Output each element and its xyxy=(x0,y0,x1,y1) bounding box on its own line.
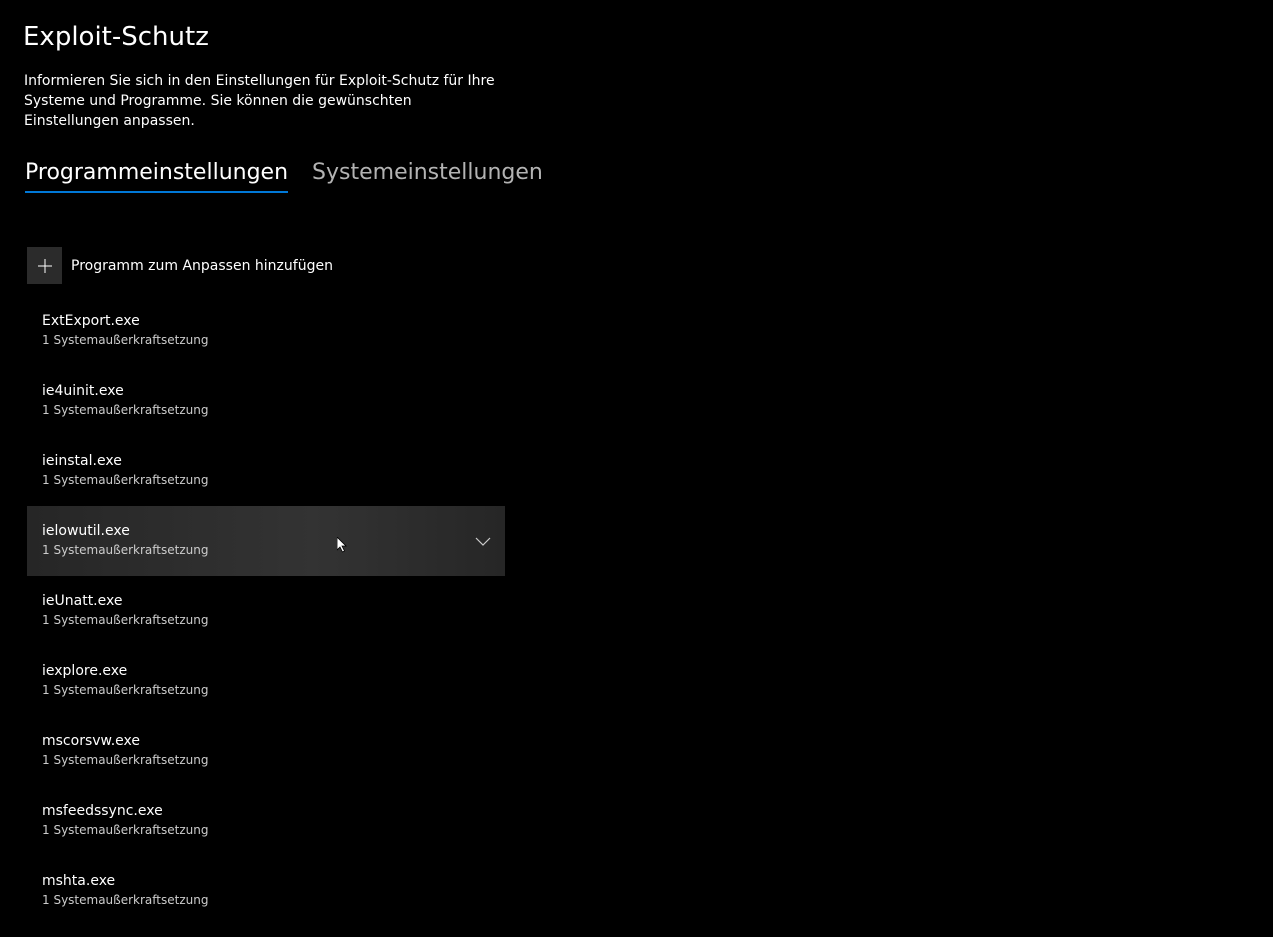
page-title: Exploit-Schutz xyxy=(23,22,209,52)
program-detail: 1 Systemaußerkraftsetzung xyxy=(42,613,209,627)
chevron-down-icon[interactable] xyxy=(475,533,491,549)
program-detail: 1 Systemaußerkraftsetzung xyxy=(42,753,209,767)
program-name: ieinstal.exe xyxy=(42,453,122,469)
program-detail: 1 Systemaußerkraftsetzung xyxy=(42,823,209,837)
settings-tabs: Programmeinstellungen Systemeinstellunge… xyxy=(25,160,543,193)
add-program-label: Programm zum Anpassen hinzufügen xyxy=(71,257,333,274)
tab-program-settings[interactable]: Programmeinstellungen xyxy=(25,160,289,193)
program-name: ExtExport.exe xyxy=(42,313,140,329)
program-item-ieunatt[interactable]: ieUnatt.exe 1 Systemaußerkraftsetzung xyxy=(27,576,505,646)
program-detail: 1 Systemaußerkraftsetzung xyxy=(42,683,209,697)
program-name: ielowutil.exe xyxy=(42,523,130,539)
tab-system-settings[interactable]: Systemeinstellungen xyxy=(312,160,543,193)
program-name: iexplore.exe xyxy=(42,663,128,679)
program-detail: 1 Systemaußerkraftsetzung xyxy=(42,893,209,907)
program-detail: 1 Systemaußerkraftsetzung xyxy=(42,403,209,417)
program-detail: 1 Systemaußerkraftsetzung xyxy=(42,333,209,347)
program-item-iexplore[interactable]: iexplore.exe 1 Systemaußerkraftsetzung xyxy=(27,646,505,716)
program-detail: 1 Systemaußerkraftsetzung xyxy=(42,473,209,487)
mouse-cursor-icon xyxy=(337,537,347,553)
program-name: ie4uinit.exe xyxy=(42,383,124,399)
program-item-mshta[interactable]: mshta.exe 1 Systemaußerkraftsetzung xyxy=(27,856,505,926)
program-item-extexport[interactable]: ExtExport.exe 1 Systemaußerkraftsetzung xyxy=(27,296,505,366)
program-list: ExtExport.exe 1 Systemaußerkraftsetzung … xyxy=(27,296,505,926)
plus-icon xyxy=(27,247,62,284)
program-name: mshta.exe xyxy=(42,873,116,889)
program-item-ielowutil[interactable]: ielowutil.exe 1 Systemaußerkraftsetzung xyxy=(27,506,505,576)
add-program-button[interactable]: Programm zum Anpassen hinzufügen xyxy=(27,247,333,284)
program-detail: 1 Systemaußerkraftsetzung xyxy=(42,543,209,557)
program-item-msfeedssync[interactable]: msfeedssync.exe 1 Systemaußerkraftsetzun… xyxy=(27,786,505,856)
program-name: ieUnatt.exe xyxy=(42,593,123,609)
page-description: Informieren Sie sich in den Einstellunge… xyxy=(24,73,495,129)
program-item-mscorsvw[interactable]: mscorsvw.exe 1 Systemaußerkraftsetzung xyxy=(27,716,505,786)
program-name: msfeedssync.exe xyxy=(42,803,163,819)
program-item-ieinstal[interactable]: ieinstal.exe 1 Systemaußerkraftsetzung xyxy=(27,436,505,506)
program-name: mscorsvw.exe xyxy=(42,733,140,749)
program-item-ie4uinit[interactable]: ie4uinit.exe 1 Systemaußerkraftsetzung xyxy=(27,366,505,436)
